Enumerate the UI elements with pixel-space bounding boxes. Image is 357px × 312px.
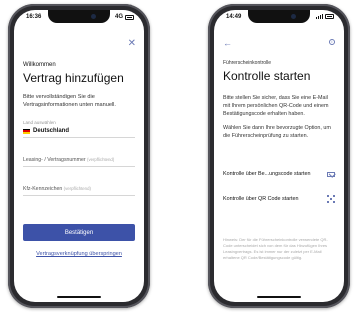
leasing-required-hint: (verpflichtend): [87, 157, 115, 163]
leasing-underline: [23, 166, 135, 168]
add-contract-screen: 16:36 4G ✕ Willkommen Vertrag hinzufügen…: [14, 10, 144, 302]
right-phone-frame: 14:49 ← i Führerscheinkontrolle Kontroll…: [208, 4, 350, 308]
country-value: Deutschland: [33, 128, 70, 135]
start-with-code-label: Kontrolle über Be...ungscode starten: [223, 171, 311, 177]
plate-underline: [23, 195, 135, 197]
germany-flag-icon: [23, 128, 30, 134]
add-contract-form: Willkommen Vertrag hinzufügen Bitte verv…: [23, 62, 135, 197]
mail-icon: [327, 171, 335, 177]
page-title: Vertrag hinzufügen: [23, 71, 124, 85]
start-check-content: Führerscheinkontrolle Kontrolle starten …: [223, 60, 335, 141]
options-paragraph: Wählen Sie dann Ihre bevorzugte Option, …: [223, 125, 331, 140]
country-label: Land auswählen: [23, 120, 56, 126]
section-subtitle: Führerscheinkontrolle: [223, 60, 272, 66]
left-phone-frame: 16:36 4G ✕ Willkommen Vertrag hinzufügen…: [8, 4, 150, 308]
home-indicator[interactable]: [257, 296, 301, 298]
back-arrow-icon[interactable]: ←: [223, 38, 232, 48]
start-with-code-option[interactable]: Kontrolle über Be...ungscode starten: [223, 171, 335, 177]
leasing-number-label: Leasing- / Vertragsnummer: [23, 157, 86, 164]
status-time: 14:49: [226, 14, 242, 20]
battery-icon: [325, 14, 334, 19]
close-icon[interactable]: ✕: [128, 38, 136, 49]
network-label: 4G: [114, 14, 123, 20]
welcome-text: Willkommen: [23, 62, 56, 68]
confirm-button[interactable]: Bestätigen: [23, 224, 135, 241]
skip-contract-link[interactable]: Vertragsverknüpfung überspringen: [14, 251, 144, 257]
start-with-qr-option[interactable]: Kontrolle über QR Code starten: [223, 195, 335, 203]
notch: [48, 10, 110, 23]
qr-code-icon: [327, 195, 335, 203]
qr-hint-text: Hinweis: Der für die Führerscheinkontrol…: [223, 237, 328, 260]
instructions-paragraph: Bitte stellen Sie sicher, dass Sie eine …: [223, 95, 329, 117]
country-select[interactable]: Deutschland: [23, 128, 135, 134]
notch: [248, 10, 310, 23]
battery-icon: [125, 14, 134, 20]
leasing-number-field[interactable]: Leasing- / Vertragsnummer (verpflichtend…: [23, 157, 135, 163]
info-icon[interactable]: i: [329, 39, 335, 45]
page-title: Kontrolle starten: [223, 69, 311, 83]
start-with-qr-label: Kontrolle über QR Code starten: [223, 196, 299, 202]
page-description: Bitte vervollständigen Sie die Vertragsi…: [23, 94, 116, 109]
plate-required-hint: (verpflichtend): [63, 186, 91, 192]
status-time: 16:36: [26, 14, 42, 20]
start-check-screen: 14:49 ← i Führerscheinkontrolle Kontroll…: [214, 10, 344, 302]
license-plate-field[interactable]: Kfz-Kennzeichen (verpflichtend): [23, 186, 135, 192]
country-underline: [23, 137, 135, 139]
home-indicator[interactable]: [57, 296, 101, 298]
license-plate-label: Kfz-Kennzeichen: [23, 186, 63, 193]
signal-icon: [316, 14, 323, 19]
